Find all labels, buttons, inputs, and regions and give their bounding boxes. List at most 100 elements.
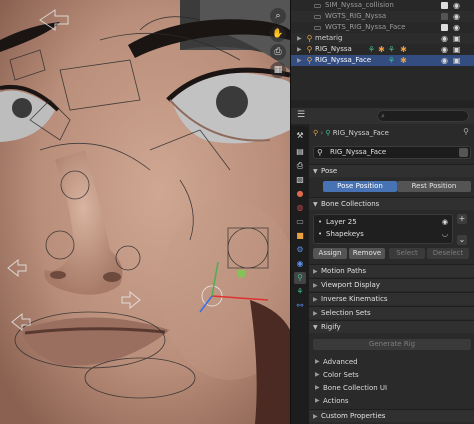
armature-name-field[interactable]: ⚲ RIG_Nyssa_Face [313,146,471,159]
outliner-row-rig-nyssa[interactable]: ▶ ⚲ RIG_Nyssa ⚘ ✱ ⚘ ✱ ◉ ▣ [291,44,474,55]
panel-selection-sets-header[interactable]: ▶ Selection Sets [309,306,474,319]
eye-icon[interactable]: ◉ [441,55,448,66]
camera-icon[interactable]: ▣ [453,55,461,66]
bone-collections-list[interactable]: • Layer 25 ◉ • Shapekeys ◡ [313,214,453,244]
collection-icon: ▭ [313,12,322,21]
outliner-row-sim-nyssa-collision[interactable]: ▭ SIM_Nyssa_collision ◉ [291,0,474,11]
face-scene [0,0,290,424]
collapsed-caret-icon: ▶ [313,282,318,289]
world-tab-icon[interactable]: ◍ [294,202,306,214]
grid-icon[interactable]: ▦ [270,62,286,78]
panel-rigify-header[interactable]: ▼ Rigify [309,320,474,333]
properties-panel: ⚲ › ⚲ RIG_Nyssa_Face ⚲ ⚲ RIG_Nyssa_Face … [309,124,474,424]
breadcrumb: ⚲ › ⚲ RIG_Nyssa_Face [313,127,389,139]
armature-data-icon[interactable]: ⚲ [317,147,323,158]
outliner[interactable]: ▭ SIM_Nyssa_collision ◉ ▭ WGTS_RIG_Nyssa… [291,0,474,100]
collapsed-caret-icon: ▶ [315,358,320,365]
bone-icon: ⚘ [387,45,396,54]
collection-icon: ▭ [313,23,322,32]
output-tab-icon[interactable]: ⎙ [294,160,306,172]
armature-icon: ⚲ [306,45,313,54]
editor-type-icon[interactable]: ☰ [297,110,305,120]
eye-closed-icon[interactable]: ◡ [442,229,448,240]
collapsed-caret-icon: ▶ [313,310,318,317]
remove-button[interactable]: Remove [349,248,385,259]
armature-icon: ⚲ [306,34,313,43]
pose-icon: ✱ [378,45,385,54]
physics-tab-icon[interactable]: ◉ [294,258,306,270]
collapsed-caret-icon: ▶ [315,371,320,378]
eye-icon[interactable]: ◉ [441,44,448,55]
zoom-icon[interactable]: ⌕ [270,8,286,24]
subpanel-advanced-header[interactable]: ▶ Advanced [313,356,471,368]
panel-motion-paths-header[interactable]: ▶ Motion Paths [309,264,474,277]
eye-icon[interactable]: ◉ [441,33,448,44]
select-button[interactable]: Select [389,248,425,259]
add-collection-button[interactable]: + [457,214,467,224]
camera-icon[interactable]: ▣ [453,44,461,55]
view-layer-tab-icon[interactable]: ▧ [294,174,306,186]
expand-caret-icon: ▼ [313,168,318,175]
expand-caret-icon: ▼ [313,324,318,331]
assign-button[interactable]: Assign [313,248,347,259]
outliner-row-wgts-rig-nyssa[interactable]: ▭ WGTS_RIG_Nyssa ◉ [291,11,474,22]
armature-data-tab-icon[interactable]: ⚲ [294,272,306,284]
exclude-checkbox[interactable] [441,24,448,31]
collapsed-caret-icon: ▶ [313,296,318,303]
collection-tab-icon[interactable]: ▭ [294,216,306,228]
camera-icon[interactable]: ⎙ [270,44,286,60]
subpanel-bone-collection-ui-header[interactable]: ▶ Bone Collection UI [313,382,471,394]
list-item[interactable]: • Layer 25 ◉ [314,217,452,228]
rest-position-button[interactable]: Rest Position [397,181,471,192]
panel-bone-collections-header[interactable]: ▼ Bone Collections [309,197,474,210]
scene-tab-icon[interactable]: ● [294,188,306,200]
collection-icon: ▭ [313,1,322,10]
collection-menu-button[interactable]: ⌄ [457,235,467,245]
bone-icon: ⚘ [367,45,376,54]
hand-pan-icon[interactable]: ✋ [270,26,286,42]
outliner-row-metarig[interactable]: ▶ ⚲ metarig ◉ ▣ [291,33,474,44]
bone-constraint-tab-icon[interactable]: ⚯ [294,300,306,312]
eye-icon[interactable]: ◉ [453,11,460,22]
expand-caret-icon: ▼ [313,201,318,208]
breadcrumb-label: RIG_Nyssa_Face [332,129,389,137]
eye-icon[interactable]: ◉ [442,217,448,228]
bone-icon: ⚘ [387,56,396,65]
tool-tab-icon[interactable]: ⚒ [294,130,306,142]
fake-user-shield-icon[interactable] [459,148,468,157]
pose-icon: ✱ [400,45,407,54]
list-item[interactable]: • Shapekeys ◡ [314,229,452,240]
panel-pose-header[interactable]: ▼ Pose [309,164,474,177]
camera-icon[interactable]: ▣ [453,33,461,44]
collapsed-caret-icon: ▶ [313,413,318,420]
pin-icon[interactable]: ⚲ [463,127,469,136]
armature-icon: ⚲ [306,56,313,65]
exclude-checkbox[interactable] [441,2,448,9]
collapsed-caret-icon: ▶ [315,384,320,391]
modifier-tab-icon[interactable]: ⚙ [294,244,306,256]
expand-arrow-icon[interactable]: ▶ [297,44,302,55]
panel-custom-properties-header[interactable]: ▶ Custom Properties [309,409,474,422]
expand-arrow-icon[interactable]: ▶ [297,55,302,66]
render-tab-icon[interactable]: ▤ [294,146,306,158]
pose-icon: ✱ [400,56,407,65]
properties-header: ☰ ⌕ [291,108,474,124]
outliner-row-rig-nyssa-face[interactable]: ▶ ⚲ RIG_Nyssa_Face ⚘ ✱ ◉ ▣ [291,55,474,66]
bone-tab-icon[interactable]: ⚘ [294,286,306,298]
object-tab-icon[interactable]: ■ [294,230,306,242]
subpanel-color-sets-header[interactable]: ▶ Color Sets [313,369,471,381]
outliner-row-wgts-rig-nyssa-face[interactable]: ▭ WGTS_RIG_Nyssa_Face ◉ [291,22,474,33]
exclude-checkbox[interactable] [441,13,448,20]
panel-inverse-kinematics-header[interactable]: ▶ Inverse Kinematics [309,292,474,305]
expand-arrow-icon[interactable]: ▶ [297,33,302,44]
subpanel-actions-header[interactable]: ▶ Actions [313,395,471,407]
properties-search-input[interactable]: ⌕ [377,110,469,122]
deselect-button[interactable]: Deselect [427,248,469,259]
eye-icon[interactable]: ◉ [453,0,460,11]
3d-viewport[interactable]: ⌕ ✋ ⎙ ▦ [0,0,290,424]
right-editor-area: ▭ SIM_Nyssa_collision ◉ ▭ WGTS_RIG_Nyssa… [290,0,474,424]
generate-rig-button[interactable]: Generate Rig [313,339,471,350]
panel-viewport-display-header[interactable]: ▶ Viewport Display [309,278,474,291]
pose-position-button[interactable]: Pose Position [323,181,397,192]
eye-icon[interactable]: ◉ [453,22,460,33]
